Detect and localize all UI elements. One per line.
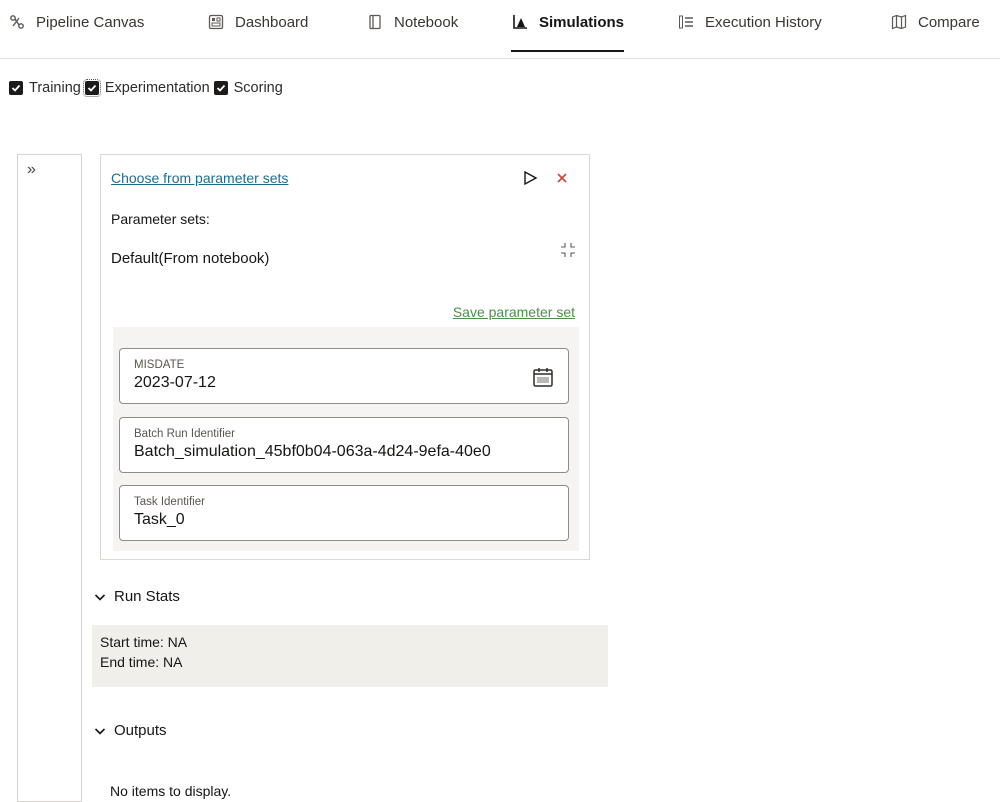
- tab-execution-history[interactable]: Execution History: [677, 0, 822, 44]
- map-icon: [890, 13, 908, 31]
- tab-label: Dashboard: [235, 13, 309, 31]
- checkbox-label: Scoring: [233, 80, 283, 96]
- tab-notebook[interactable]: Notebook: [366, 0, 458, 44]
- parameter-fields: MISDATE 2023-07-12 Batch Run Identifier …: [113, 327, 579, 551]
- calendar-icon[interactable]: [532, 366, 554, 388]
- tab-label: Pipeline Canvas: [36, 13, 145, 31]
- outputs-empty-message: No items to display.: [110, 783, 232, 799]
- experimentation-checkbox[interactable]: Experimentation: [82, 79, 210, 97]
- batch-run-identifier-field[interactable]: Batch Run Identifier Batch_simulation_45…: [119, 417, 569, 473]
- tab-dashboard[interactable]: Dashboard: [207, 0, 308, 44]
- list-icon: [677, 13, 695, 31]
- misdate-field[interactable]: MISDATE 2023-07-12: [119, 348, 569, 404]
- collapse-icon[interactable]: [559, 241, 577, 259]
- field-label: MISDATE: [134, 359, 185, 371]
- run-stats-toggle[interactable]: Run Stats: [92, 588, 180, 605]
- field-label: Task Identifier: [134, 496, 205, 508]
- tab-label: Simulations: [539, 13, 625, 31]
- notebook-icon: [366, 13, 384, 31]
- checkmark-icon: [82, 79, 101, 97]
- tab-bar: Pipeline Canvas Dashboard Notebook Simul…: [0, 0, 1000, 59]
- checkbox-label: Experimentation: [104, 80, 210, 96]
- tab-label: Compare: [918, 13, 980, 31]
- field-value: Batch_simulation_45bf0b04-063a-4d24-9efa…: [134, 443, 491, 460]
- parameter-set-value: Default(From notebook): [111, 250, 270, 267]
- training-checkbox[interactable]: Training: [9, 80, 81, 96]
- field-label: Batch Run Identifier: [134, 428, 236, 440]
- tab-label: Notebook: [394, 13, 459, 31]
- chevron-down-icon: [94, 727, 106, 735]
- save-parameter-set-link[interactable]: Save parameter set: [453, 304, 575, 320]
- checkmark-icon: [9, 81, 23, 95]
- field-value: Task_0: [134, 511, 185, 528]
- section-title: Run Stats: [114, 588, 180, 605]
- parameter-panel: Choose from parameter sets Parameter set…: [100, 154, 590, 560]
- expand-panel-icon[interactable]: »: [27, 161, 36, 179]
- tab-label: Execution History: [705, 13, 822, 31]
- choose-parameter-sets-link[interactable]: Choose from parameter sets: [111, 170, 288, 186]
- checkmark-icon: [213, 81, 228, 95]
- scoring-checkbox[interactable]: Scoring: [213, 80, 283, 96]
- run-stats-box: Start time: NA End time: NA: [92, 625, 608, 687]
- chevron-down-icon: [94, 593, 106, 601]
- field-value: 2023-07-12: [134, 374, 216, 391]
- outputs-toggle[interactable]: Outputs: [92, 722, 167, 739]
- tab-pipeline-canvas[interactable]: Pipeline Canvas: [8, 0, 144, 44]
- dashboard-icon: [207, 13, 225, 31]
- run-play-icon[interactable]: [521, 169, 539, 187]
- chart-icon: [511, 13, 529, 31]
- close-icon[interactable]: [553, 169, 571, 187]
- parameter-sets-label: Parameter sets:: [111, 211, 210, 227]
- tab-compare[interactable]: Compare: [890, 0, 980, 44]
- start-time: Start time: NA: [100, 634, 188, 650]
- collapsed-side-panel: »: [17, 154, 82, 802]
- section-title: Outputs: [114, 722, 167, 739]
- mode-filter-row: Training Experimentation Scoring: [9, 78, 287, 98]
- tab-simulations[interactable]: Simulations: [511, 0, 625, 52]
- checkbox-label: Training: [29, 80, 81, 96]
- pipeline-icon: [8, 13, 26, 31]
- end-time: End time: NA: [100, 654, 183, 670]
- task-identifier-field[interactable]: Task Identifier Task_0: [119, 485, 569, 541]
